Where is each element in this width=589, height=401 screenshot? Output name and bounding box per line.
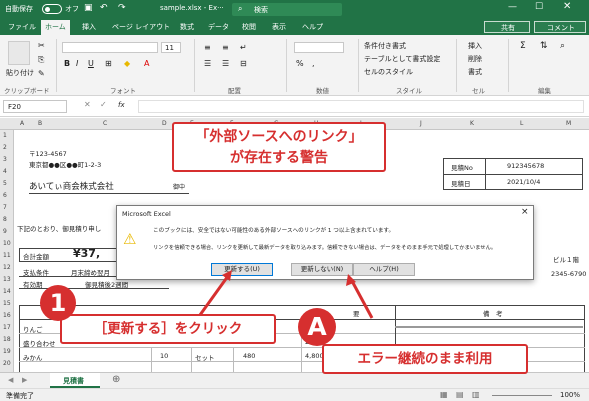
step1-text: ［更新する］をクリック — [93, 321, 243, 337]
stepA-callout: エラー継続のまま利用 — [322, 344, 528, 374]
stepA-badge: A — [298, 308, 336, 346]
arrow-to-update — [198, 275, 230, 316]
stepA-text: エラー継続のまま利用 — [357, 351, 493, 367]
arrow-to-dont-update — [350, 280, 374, 319]
step1-callout: ［更新する］をクリック — [60, 314, 276, 344]
step1-badge: 1 — [40, 285, 76, 321]
